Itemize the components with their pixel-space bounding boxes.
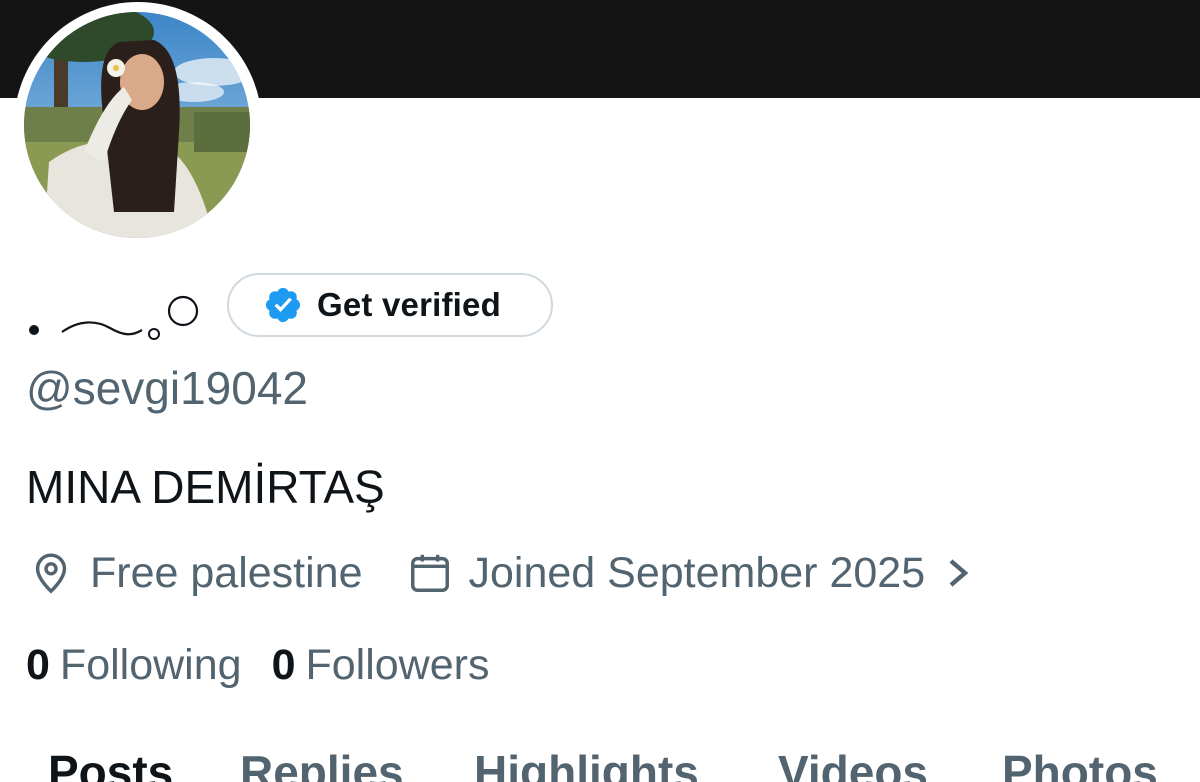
tab-posts[interactable]: Posts: [48, 744, 173, 782]
profile-bio: MINA DEMİRTAŞ: [26, 461, 385, 513]
location-pin-icon: [35, 553, 67, 594]
following-label: Following: [59, 640, 242, 689]
profile-joined[interactable]: Joined September 2025: [469, 549, 926, 598]
followers-label: Followers: [305, 640, 490, 689]
verified-badge-icon: [265, 287, 301, 323]
profile-handle: @sevgi19042: [26, 362, 308, 414]
display-name-graphic: [29, 295, 199, 340]
avatar-photo: [24, 12, 250, 238]
tab-videos[interactable]: Videos: [778, 744, 928, 782]
followers-count: 0: [271, 640, 296, 689]
following-link[interactable]: 0 Following: [26, 641, 242, 690]
get-verified-button[interactable]: Get verified: [227, 273, 553, 337]
tab-photos[interactable]: Photos: [1002, 744, 1158, 782]
avatar[interactable]: [24, 12, 250, 238]
chevron-right-icon[interactable]: [943, 553, 973, 593]
tab-replies[interactable]: Replies: [240, 744, 404, 782]
followers-link[interactable]: 0 Followers: [272, 641, 490, 690]
calendar-icon: [410, 554, 449, 592]
following-count: 0: [26, 640, 50, 689]
tab-highlights[interactable]: Highlights: [474, 744, 699, 782]
profile-meta: Free palestine Joined September 2025: [28, 544, 973, 602]
profile-location: Free palestine: [90, 548, 363, 597]
follow-stats: 0 Following 0 Followers: [26, 636, 489, 694]
get-verified-label: Get verified: [317, 286, 501, 323]
profile-tabs: Posts Replies Highlights Videos Photos: [0, 744, 1200, 782]
display-name: [24, 294, 210, 346]
